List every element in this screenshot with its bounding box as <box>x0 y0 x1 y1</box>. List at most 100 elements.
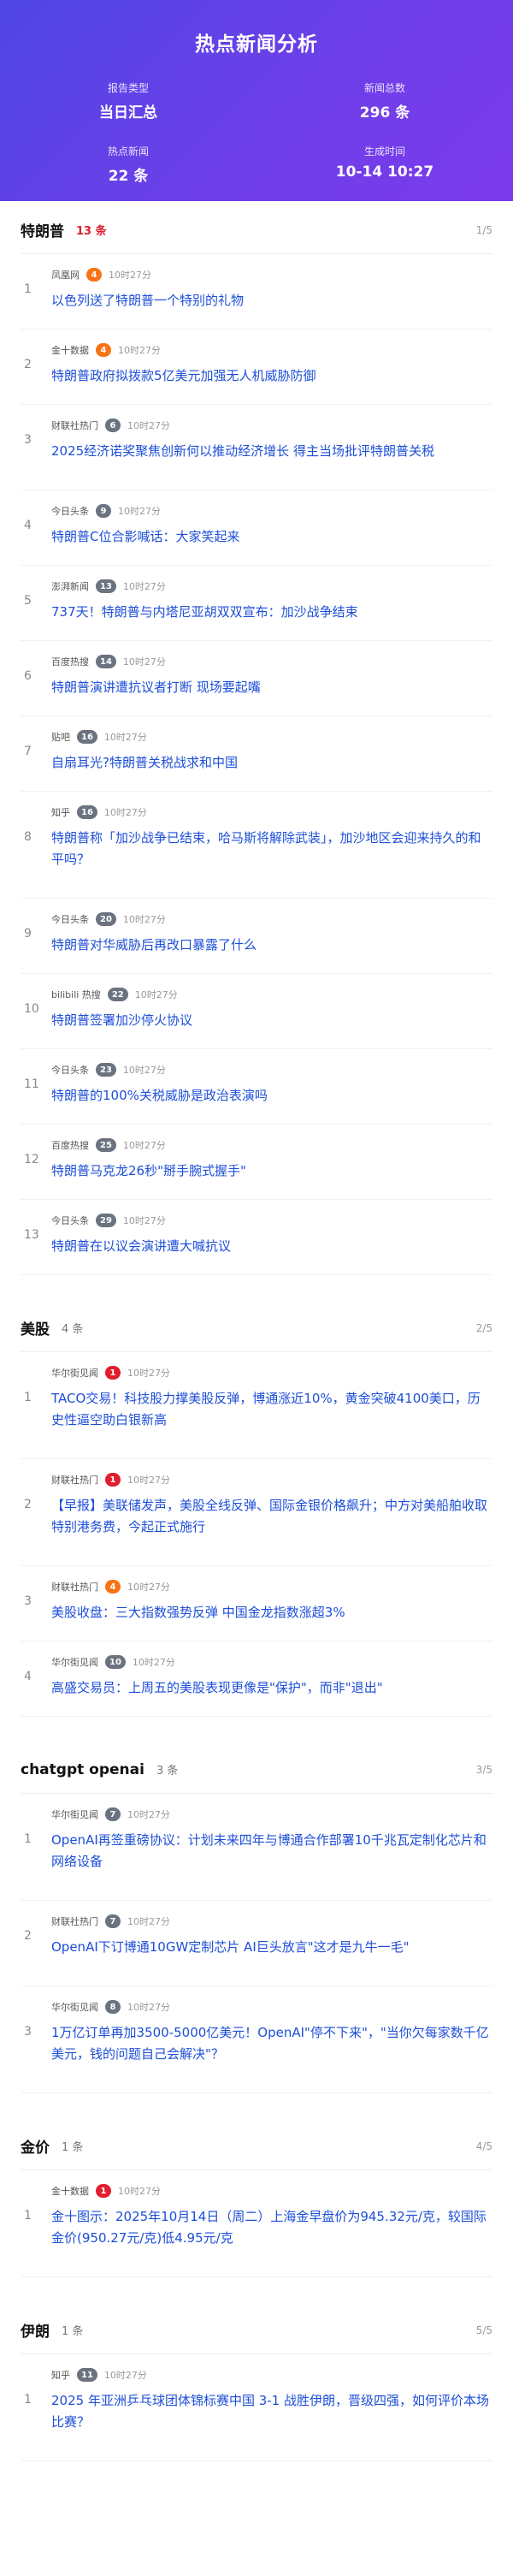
news-title-link[interactable]: OpenAI再签重磅协议：计划未来四年与博通合作部署10千兆瓦定制化芯片和网络设… <box>51 1830 492 1873</box>
news-item[interactable]: 7 贴吧 16 10时27分 自扇耳光?特朗普关税战求和中国 <box>21 716 492 792</box>
news-item[interactable]: 3 财联社热门 4 10时27分 美股收盘：三大指数强势反弹 中国金龙指数涨超3% <box>21 1566 492 1641</box>
topic-section: 美股 4 条 2/5 1 华尔街见闻 1 10时27分 TACO交易！科技股力撑美股反弹，博通… <box>21 1304 492 1717</box>
news-item[interactable]: 4 今日头条 9 10时27分 特朗普C位合影喊话：大家笑起来 <box>21 490 492 566</box>
section-page-indicator: 2/5 <box>475 1321 492 1334</box>
news-rank: 1 <box>24 2393 32 2407</box>
section-page-indicator: 3/5 <box>475 1763 492 1776</box>
news-item-body: 知乎 11 10时27分 2025 年亚洲乒乓球团体锦标赛中国 3-1 战胜伊朗，晋级… <box>51 2366 492 2433</box>
news-meta: 华尔街见闻 1 10时27分 <box>51 1364 492 1381</box>
news-time: 10时27分 <box>127 1916 170 1927</box>
news-source: 贴吧 <box>51 732 70 743</box>
section-page-indicator: 1/5 <box>475 223 492 236</box>
news-item-body: 今日头条 23 10时27分 特朗普的100%关税威胁是政治表演吗 <box>51 1061 492 1107</box>
news-title-link[interactable]: TACO交易！科技股力撑美股反弹，博通涨近10%，黄金突破4100美口，历史性逼… <box>51 1388 492 1431</box>
news-item[interactable]: 10 bilibili 热搜 22 10时27分 特朗普签署加沙停火协议 <box>21 974 492 1049</box>
section-title: 特朗普 <box>21 223 64 240</box>
news-title-link[interactable]: 【早报】美联储发声，美股全线反弹、国际金银价格飙升；中方对美船舶收取特别港务费，… <box>51 1495 492 1538</box>
rank-badge: 4 <box>86 268 102 282</box>
news-item[interactable]: 3 财联社热门 6 10时27分 2025经济诺奖聚焦创新何以推动经济增长 得主当场批评… <box>21 405 492 490</box>
news-title-link[interactable]: 特朗普C位合影喊话：大家笑起来 <box>51 526 492 548</box>
news-title-link[interactable]: OpenAI下订博通10GW定制芯片 AI巨头放言"这才是九牛一毛" <box>51 1937 492 1958</box>
news-title-link[interactable]: 特朗普的100%关税威胁是政治表演吗 <box>51 1085 492 1107</box>
news-title-link[interactable]: 1万亿订单再加3500-5000亿美元！OpenAI"停不下来"，"当你欠每家数… <box>51 2022 492 2065</box>
news-source: 财联社热门 <box>51 1475 98 1486</box>
news-item[interactable]: 1 知乎 11 10时27分 2025 年亚洲乒乓球团体锦标赛中国 3-1 战胜伊朗，晋… <box>21 2354 492 2461</box>
news-item-body: 凤凰网 4 10时27分 以色列送了特朗普一个特别的礼物 <box>51 266 492 312</box>
news-item[interactable]: 2 财联社热门 1 10时27分 【早报】美联储发声，美股全线反弹、国际金银价格飙升；中… <box>21 1459 492 1566</box>
section-header: 伊朗 1 条 5/5 <box>21 2306 492 2354</box>
news-item-body: 财联社热门 1 10时27分 【早报】美联储发声，美股全线反弹、国际金银价格飙升；中方… <box>51 1471 492 1538</box>
news-item[interactable]: 1 华尔街见闻 7 10时27分 OpenAI再签重磅协议：计划未来四年与博通合作部署1… <box>21 1794 492 1901</box>
section-header: 美股 4 条 2/5 <box>21 1304 492 1352</box>
topic-section: chatgpt openai 3 条 3/5 1 华尔街见闻 7 10时27分 OpenAI再… <box>21 1746 492 2093</box>
news-item[interactable]: 1 凤凰网 4 10时27分 以色列送了特朗普一个特别的礼物 <box>21 254 492 329</box>
news-rank: 13 <box>24 1227 39 1242</box>
news-item-body: 今日头条 9 10时27分特朗普C位合影喊话：大家笑起来 <box>51 502 492 548</box>
rank-badge: 4 <box>96 343 111 357</box>
section-title: 伊朗 <box>21 2324 50 2341</box>
news-title-link[interactable]: 以色列送了特朗普一个特别的礼物 <box>51 290 492 312</box>
rank-badge: 20 <box>96 912 116 926</box>
news-item[interactable]: 9 今日头条 20 10时27分 特朗普对华威胁后再改口暴露了什么 <box>21 899 492 974</box>
news-title-link[interactable]: 金十图示：2025年10月14日（周二）上海金早盘价为945.32元/克，较国际… <box>51 2206 492 2249</box>
news-title-link[interactable]: 特朗普马克龙26秒"掰手腕式握手" <box>51 1160 492 1182</box>
news-time: 10时27分 <box>118 345 161 356</box>
news-item[interactable]: 5 澎湃新闻 13 10时27分 737天！特朗普与内塔尼亚胡双双宣布：加沙战争结束 <box>21 566 492 641</box>
news-title-link[interactable]: 高盛交易员：上周五的美股表现更像是"保护"，而非"退出" <box>51 1677 492 1699</box>
news-item[interactable]: 2 财联社热门 7 10时27分 OpenAI下订博通10GW定制芯片 AI巨头放言"这… <box>21 1901 492 1986</box>
news-title-link[interactable]: 特朗普在以议会演讲遭大喊抗议 <box>51 1236 492 1257</box>
news-rank: 4 <box>24 1669 32 1683</box>
news-item-body: 百度热搜 25 10时27分 特朗普马克龙26秒"掰手腕式握手" <box>51 1137 492 1182</box>
stat-value: 296 条 <box>359 104 410 122</box>
news-item-body: 华尔街见闻 1 10时27分 TACO交易！科技股力撑美股反弹，博通涨近10%，黄金突… <box>51 1364 492 1431</box>
news-item[interactable]: 11 今日头条 23 10时27分 特朗普的100%关税威胁是政治表演吗 <box>21 1049 492 1125</box>
news-title-link[interactable]: 特朗普政府拟拨款5亿美元加强无人机威胁防御 <box>51 365 492 387</box>
news-item-body: 百度热搜 14 10时27分 特朗普演讲遭抗议者打断 现场要起嘴 <box>51 653 492 698</box>
news-item[interactable]: 1 华尔街见闻 1 10时27分 TACO交易！科技股力撑美股反弹，博通涨近10%，黄金… <box>21 1352 492 1459</box>
stat-label: 生成时间 <box>363 145 405 157</box>
news-title-link[interactable]: 特朗普演讲遭抗议者打断 现场要起嘴 <box>51 677 492 698</box>
news-item-body: 贴吧 16 10时27分自扇耳光?特朗普关税战求和中国 <box>51 728 492 774</box>
news-item[interactable]: 3 华尔街见闻 8 10时27分 1万亿订单再加3500-5000亿美元！OpenAI"… <box>21 1986 492 2093</box>
news-meta: 财联社热门 7 10时27分 <box>51 1913 492 1930</box>
news-item[interactable]: 12 百度热搜 25 10时27分 特朗普马克龙26秒"掰手腕式握手" <box>21 1125 492 1200</box>
news-rank: 1 <box>24 2209 32 2223</box>
news-item-body: 澎湃新闻 13 10时27分 737天！特朗普与内塔尼亚胡双双宣布：加沙战争结束 <box>51 578 492 623</box>
news-item[interactable]: 13 今日头条 29 10时27分特朗普在以议会演讲遭大喊抗议 <box>21 1200 492 1275</box>
section-count: 1 条 <box>62 2325 84 2338</box>
news-item[interactable]: 2 金十数据 4 10时27分 特朗普政府拟拨款5亿美元加强无人机威胁防御 <box>21 329 492 405</box>
news-title-link[interactable]: 自扇耳光?特朗普关税战求和中国 <box>51 752 492 774</box>
rank-badge: 11 <box>77 2368 97 2382</box>
news-title-link[interactable]: 2025经济诺奖聚焦创新何以推动经济增长 得主当场批评特朗普关税 <box>51 441 492 462</box>
news-meta: 华尔街见闻 10 10时27分 <box>51 1653 492 1671</box>
news-title-link[interactable]: 特朗普对华威胁后再改口暴露了什么 <box>51 935 492 956</box>
news-meta: 今日头条 29 10时27分 <box>51 1212 492 1229</box>
news-rank: 9 <box>24 926 32 941</box>
stat-generated-time: 生成时间 10-14 10:27 <box>256 144 513 185</box>
section-count: 3 条 <box>156 1765 179 1778</box>
news-rank: 2 <box>24 357 32 371</box>
news-title-link[interactable]: 2025 年亚洲乒乓球团体锦标赛中国 3-1 战胜伊朗，晋级四强，如何评价本场比… <box>51 2390 492 2433</box>
news-rank: 2 <box>24 1928 32 1943</box>
news-time: 10时27分 <box>127 2002 170 2013</box>
news-rank: 6 <box>24 668 32 683</box>
news-source: 知乎 <box>51 2370 70 2381</box>
news-meta: 贴吧 16 10时27分 <box>51 728 492 745</box>
section-header: 特朗普 13 条 1/5 <box>21 206 492 254</box>
news-source: 今日头条 <box>51 914 89 925</box>
news-title-link[interactable]: 特朗普签署加沙停火协议 <box>51 1010 492 1031</box>
news-source: 凤凰网 <box>51 270 80 281</box>
news-meta: 金十数据 4 10时27分 <box>51 341 492 359</box>
news-rank: 11 <box>24 1077 39 1091</box>
news-item[interactable]: 1 金十数据 1 10时27分 金十图示：2025年10月14日（周二）上海金早盘价为9… <box>21 2170 492 2277</box>
news-rank: 10 <box>24 1001 39 1016</box>
news-item[interactable]: 8 知乎 16 10时27分 特朗普称「加沙战争已结束，哈马斯将解除武装」，加沙地区会迎… <box>21 792 492 899</box>
news-item[interactable]: 6 百度热搜 14 10时27分 特朗普演讲遭抗议者打断 现场要起嘴 <box>21 641 492 716</box>
news-meta: 今日头条 9 10时27分 <box>51 502 492 519</box>
news-title-link[interactable]: 特朗普称「加沙战争已结束，哈马斯将解除武装」，加沙地区会迎来持久的和平吗？ <box>51 828 492 870</box>
news-source: 今日头条 <box>51 1065 89 1076</box>
rank-badge: 13 <box>96 579 116 593</box>
news-item[interactable]: 4 华尔街见闻 10 10时27分高盛交易员：上周五的美股表现更像是"保护"，而非"退… <box>21 1641 492 1717</box>
news-title-link[interactable]: 737天！特朗普与内塔尼亚胡双双宣布：加沙战争结束 <box>51 602 492 623</box>
news-title-link[interactable]: 美股收盘：三大指数强势反弹 中国金龙指数涨超3% <box>51 1602 492 1623</box>
